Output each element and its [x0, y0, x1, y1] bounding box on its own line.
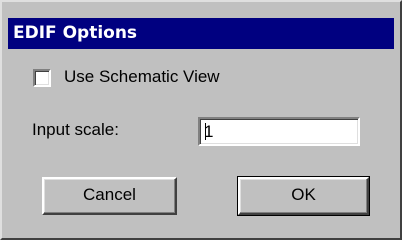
- input-scale-label: Input scale:: [32, 120, 119, 139]
- use-schematic-view-checkbox[interactable]: [33, 69, 51, 87]
- dialog-title: EDIF Options: [13, 23, 138, 43]
- text-caret: [205, 123, 206, 140]
- input-scale-field[interactable]: 1: [198, 117, 360, 146]
- cancel-button[interactable]: Cancel: [42, 177, 177, 215]
- use-schematic-view-label[interactable]: Use Schematic View: [64, 67, 220, 87]
- ok-button[interactable]: OK: [237, 176, 370, 216]
- edif-options-dialog: EDIF Options Use Schematic View Input sc…: [0, 0, 402, 240]
- dialog-titlebar[interactable]: EDIF Options: [8, 18, 394, 49]
